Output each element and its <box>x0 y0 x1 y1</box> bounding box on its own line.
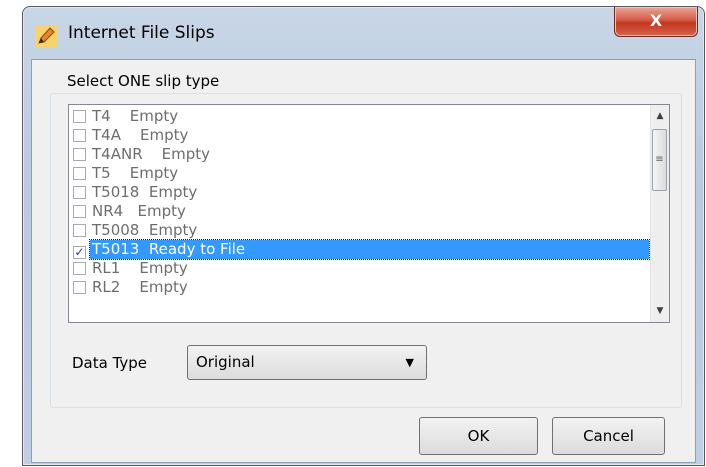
checkbox[interactable] <box>73 281 86 294</box>
data-type-value: Original <box>196 353 255 371</box>
data-type-label: Data Type <box>72 354 148 372</box>
list-item-label: T4A Empty <box>92 126 189 144</box>
list-item[interactable]: T4A Empty <box>69 126 649 145</box>
list-item[interactable]: RL2 Empty <box>69 278 649 297</box>
cancel-button[interactable]: Cancel <box>552 417 665 455</box>
checkbox[interactable] <box>73 224 86 237</box>
list-item-label: T4 Empty <box>92 107 179 125</box>
list-item[interactable]: T5018 Empty <box>69 183 649 202</box>
list-item-label: T5008 Empty <box>92 221 198 239</box>
chevron-down-icon: ▼ <box>405 356 414 369</box>
pencil-app-icon <box>35 25 57 47</box>
checkbox[interactable] <box>73 186 86 199</box>
list-item[interactable]: T5008 Empty <box>69 221 649 240</box>
list-item-label: NR4 Empty <box>92 202 186 220</box>
checkbox[interactable]: ✓ <box>73 246 86 259</box>
checkbox[interactable] <box>73 167 86 180</box>
vertical-scrollbar[interactable]: ▲ ≡ ▼ <box>650 105 669 322</box>
data-type-select[interactable]: Original ▼ <box>187 345 427 380</box>
list-item[interactable]: T4ANR Empty <box>69 145 649 164</box>
slip-list-items: T4 Empty T4A Empty T4ANR Empty T5 Empty T501… <box>69 107 650 297</box>
list-item[interactable]: T5 Empty <box>69 164 649 183</box>
checkbox[interactable] <box>73 129 86 142</box>
list-item-label: T5018 Empty <box>92 183 198 201</box>
checkbox[interactable] <box>73 205 86 218</box>
list-item-label: RL1 Empty <box>92 259 188 277</box>
list-item[interactable]: NR4 Empty <box>69 202 649 221</box>
close-button[interactable]: X <box>614 7 698 37</box>
window-title: Internet File Slips <box>68 23 215 43</box>
list-item-label: T4ANR Empty <box>92 145 211 163</box>
list-item-label: RL2 Empty <box>92 278 188 296</box>
scroll-thumb[interactable]: ≡ <box>652 129 667 191</box>
scroll-down-icon[interactable]: ▼ <box>651 302 669 320</box>
list-item[interactable]: RL1 Empty <box>69 259 649 278</box>
list-item-label: T5 Empty <box>92 164 179 182</box>
checkbox[interactable] <box>73 262 86 275</box>
list-item[interactable]: ✓ T5013 Ready to File <box>69 239 650 260</box>
list-item[interactable]: T4 Empty <box>69 107 649 126</box>
checkbox[interactable] <box>73 148 86 161</box>
title-bar[interactable]: Internet File Slips X <box>23 7 704 59</box>
scroll-up-icon[interactable]: ▲ <box>651 107 669 125</box>
ok-button[interactable]: OK <box>419 417 538 455</box>
slip-type-list[interactable]: T4 Empty T4A Empty T4ANR Empty T5 Empty T501… <box>68 104 670 323</box>
checkbox[interactable] <box>73 110 86 123</box>
dialog-body: Select ONE slip type T4 Empty T4A Empty T4… <box>31 59 696 463</box>
group-caption: Select ONE slip type <box>64 72 223 90</box>
list-item-label: T5013 Ready to File <box>89 239 650 260</box>
dialog-window: Internet File Slips X Select ONE slip ty… <box>22 6 705 466</box>
